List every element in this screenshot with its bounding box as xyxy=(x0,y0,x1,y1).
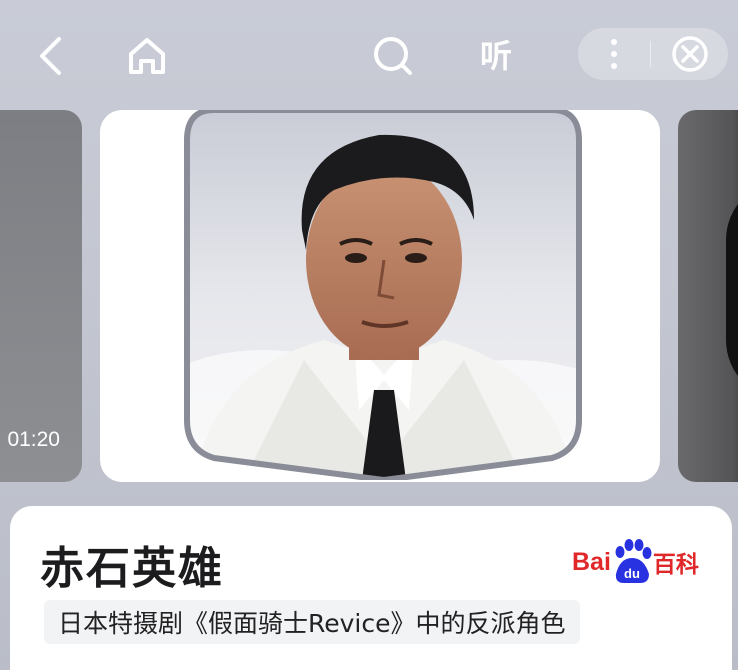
capsule-menu xyxy=(578,28,728,80)
carousel-card-current[interactable] xyxy=(100,110,660,482)
close-button[interactable] xyxy=(651,28,728,80)
entity-description: 日本特摄剧《假面骑士Revice》中的反派角色 xyxy=(44,600,580,644)
paw-icon: du xyxy=(612,538,652,586)
baidu-baike-logo[interactable]: Bai du 百科 xyxy=(572,538,699,586)
baike-logo-bai: Bai xyxy=(572,547,611,576)
more-vertical-icon xyxy=(611,39,617,69)
home-icon xyxy=(129,38,165,74)
more-button[interactable] xyxy=(578,28,650,80)
close-circle-icon xyxy=(671,36,708,72)
baike-logo-du: du xyxy=(624,566,640,581)
chevron-left-icon xyxy=(40,37,61,75)
search-button[interactable] xyxy=(368,30,418,82)
search-icon xyxy=(374,37,412,75)
top-toolbar: 听 xyxy=(0,0,738,100)
thumbnail-image xyxy=(726,180,738,400)
carousel-card-next[interactable] xyxy=(678,110,738,482)
character-portrait xyxy=(184,110,582,482)
carousel-card-previous[interactable]: 01:20 xyxy=(0,110,82,482)
entity-info-card: 赤石英雄 Bai du 百科 日本特摄剧《假面骑士Revice》中的反派角色 xyxy=(10,506,732,670)
listen-button[interactable]: 听 xyxy=(468,26,524,82)
entity-name: 赤石英雄 xyxy=(40,543,224,594)
baike-logo-text: 百科 xyxy=(652,552,699,578)
home-button[interactable] xyxy=(122,30,172,82)
back-button[interactable] xyxy=(30,30,70,82)
video-duration: 01:20 xyxy=(7,428,60,451)
